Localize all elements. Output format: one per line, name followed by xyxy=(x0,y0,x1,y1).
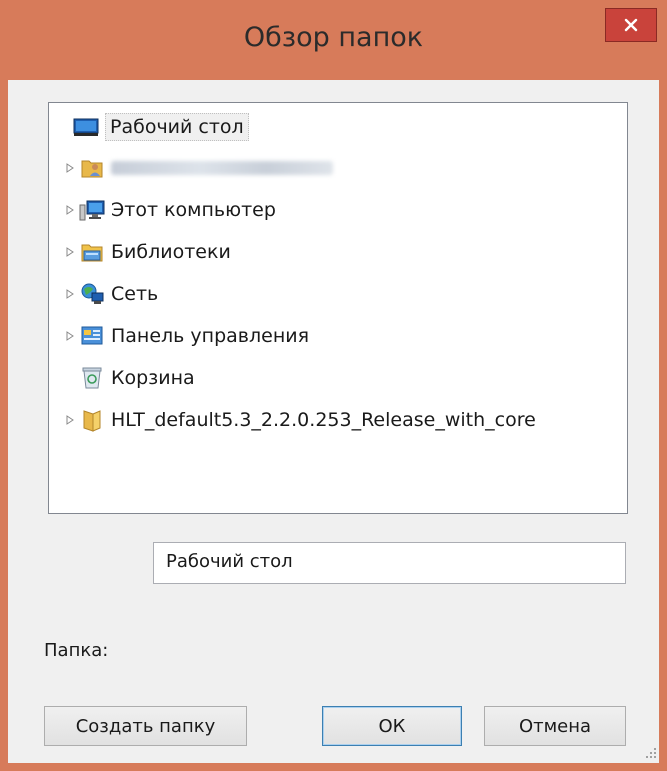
network-icon xyxy=(79,282,105,306)
recycle-bin-icon xyxy=(79,366,105,390)
tree-item-this-pc[interactable]: Этот компьютер xyxy=(63,192,276,228)
tree-item-label: HLT_default5.3_2.2.0.253_Release_with_co… xyxy=(111,409,536,431)
user-folder-icon xyxy=(79,156,105,180)
tree-item-desktop[interactable]: Рабочий стол xyxy=(73,109,249,145)
tree-item-label: Панель управления xyxy=(111,325,310,347)
user-name-blurred xyxy=(111,161,333,175)
dialog-title: Обзор папок xyxy=(243,22,424,53)
title-bar[interactable]: Обзор папок xyxy=(0,0,667,80)
expand-arrow-icon[interactable] xyxy=(63,289,77,299)
new-folder-button[interactable]: Создать папку xyxy=(44,706,247,746)
tree-item-hlt-folder[interactable]: HLT_default5.3_2.2.0.253_Release_with_co… xyxy=(63,402,536,438)
tree-item-label: Библиотеки xyxy=(111,241,231,263)
tree-item-control-panel[interactable]: Панель управления xyxy=(63,318,309,354)
folder-icon xyxy=(79,408,105,432)
folder-path-input[interactable]: Рабочий стол xyxy=(153,542,626,584)
close-button[interactable] xyxy=(605,8,657,42)
expand-arrow-icon[interactable] xyxy=(63,163,77,173)
computer-icon xyxy=(79,198,105,222)
tree-item-user[interactable] xyxy=(63,150,333,186)
desktop-icon xyxy=(73,115,99,139)
tree-item-network[interactable]: Сеть xyxy=(63,276,158,312)
folder-tree[interactable]: Рабочий стол Этот компьютер Библиотеки С… xyxy=(48,102,628,514)
close-icon xyxy=(624,18,638,32)
libraries-icon xyxy=(79,240,105,264)
tree-item-label: Сеть xyxy=(111,283,159,305)
tree-item-label: Рабочий стол xyxy=(105,113,249,141)
tree-item-recycle-bin[interactable]: Корзина xyxy=(79,360,195,396)
browse-folder-dialog: Обзор папок Рабочий стол Этот компьютер … xyxy=(0,0,667,771)
tree-item-label: Этот компьютер xyxy=(111,199,276,221)
expand-arrow-icon[interactable] xyxy=(63,247,77,257)
expand-arrow-icon[interactable] xyxy=(63,205,77,215)
folder-field-label: Папка: xyxy=(44,640,109,661)
cancel-button[interactable]: Отмена xyxy=(484,706,626,746)
tree-item-label: Корзина xyxy=(111,367,195,389)
control-panel-icon xyxy=(79,324,105,348)
ok-button[interactable]: ОК xyxy=(322,706,462,746)
expand-arrow-icon[interactable] xyxy=(63,331,77,341)
expand-arrow-icon[interactable] xyxy=(63,415,77,425)
tree-item-libraries[interactable]: Библиотеки xyxy=(63,234,231,270)
resize-grip-icon[interactable] xyxy=(645,747,657,759)
